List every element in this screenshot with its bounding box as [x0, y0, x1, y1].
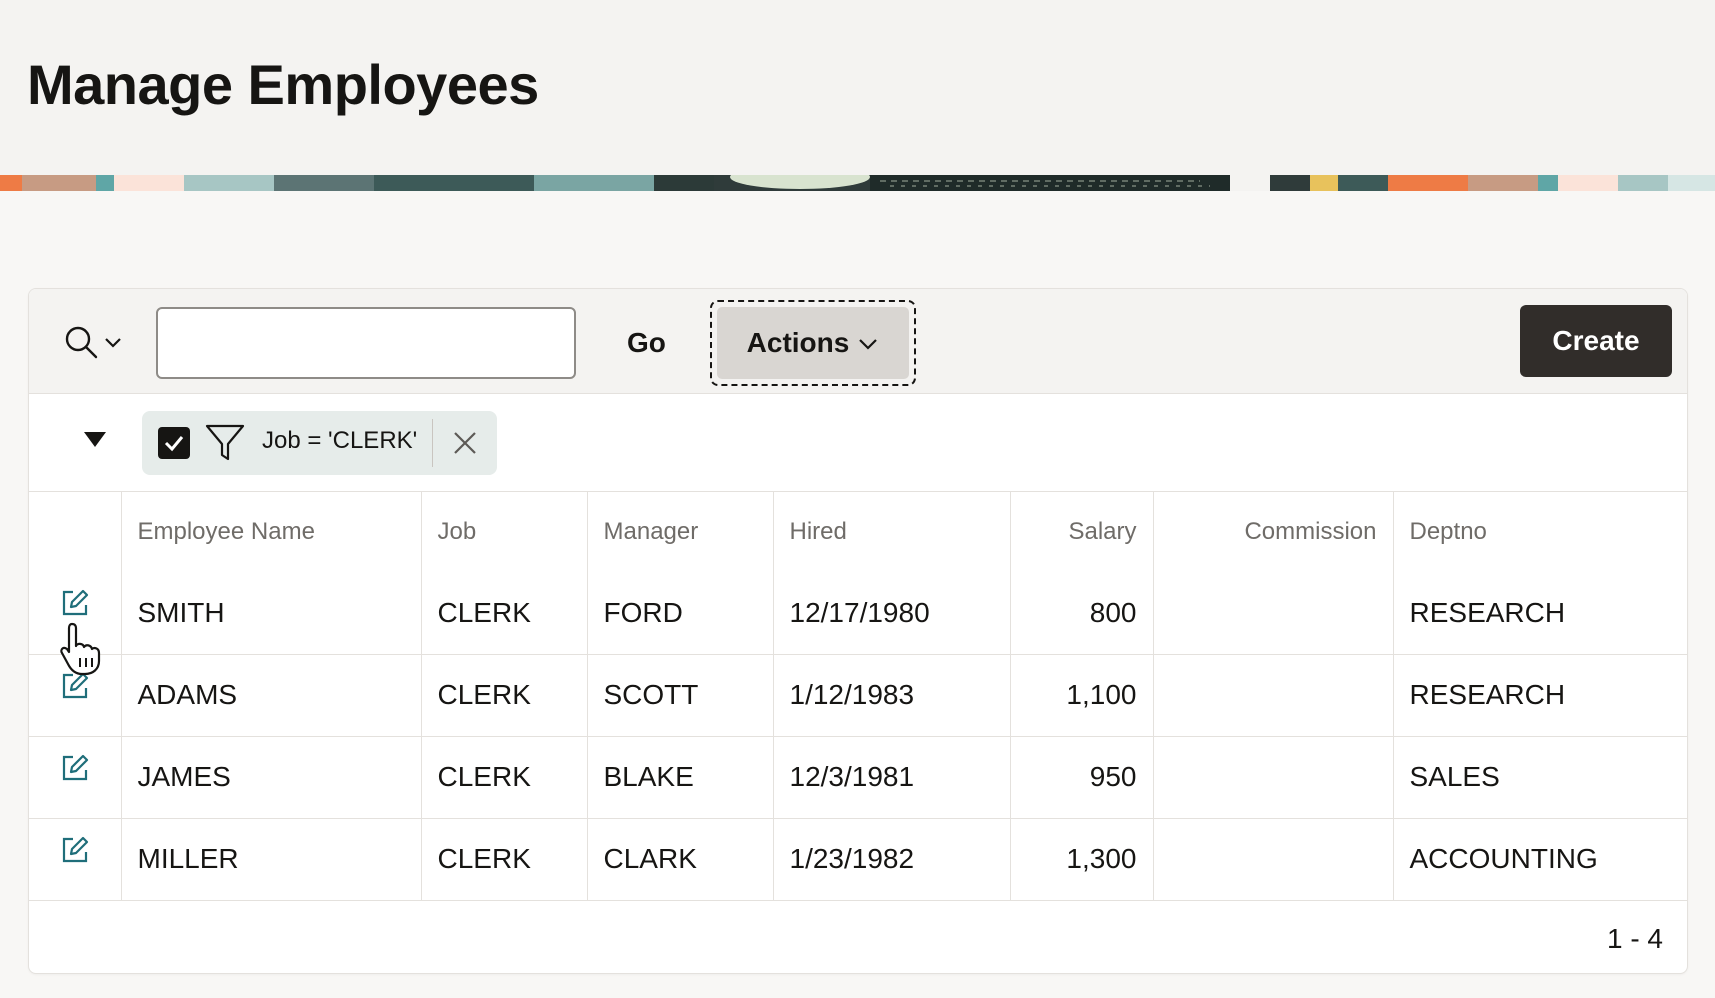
cell-employee-name: MILLER: [120, 818, 421, 901]
create-button[interactable]: Create: [1520, 305, 1672, 377]
triangle-down-icon: [84, 432, 106, 447]
employees-table: Employee Name Job Manager Hired Salary C…: [29, 492, 1687, 901]
cell-salary: 950: [1009, 736, 1153, 819]
cell-manager: BLAKE: [586, 736, 773, 819]
cell-job: CLERK: [420, 654, 587, 737]
edit-cell: [29, 572, 121, 655]
cell-hired: 12/3/1981: [772, 736, 1010, 819]
filter-enabled-checkbox[interactable]: [158, 427, 190, 459]
cell-commission: [1152, 736, 1393, 819]
filter-bar: Job = 'CLERK': [29, 394, 1687, 492]
edit-icon: [62, 672, 88, 698]
remove-filter-button[interactable]: [447, 425, 483, 461]
column-header-salary[interactable]: Salary: [1009, 492, 1153, 572]
chevron-down-icon: [105, 338, 121, 348]
table-row: SMITH CLERK FORD 12/17/1980 800 RESEARCH: [29, 572, 1687, 655]
close-icon: [454, 432, 476, 454]
chevron-down-icon: [859, 339, 878, 350]
cell-salary: 1,300: [1009, 818, 1153, 901]
column-header-commission[interactable]: Commission: [1152, 492, 1393, 572]
decorative-banner: [0, 175, 1715, 191]
cell-manager: SCOTT: [586, 654, 773, 737]
page-title: Manage Employees: [27, 53, 539, 116]
edit-row-link[interactable]: [59, 752, 91, 784]
cell-hired: 1/23/1982: [772, 818, 1010, 901]
edit-cell: [29, 736, 121, 819]
table-row: ADAMS CLERK SCOTT 1/12/1983 1,100 RESEAR…: [29, 654, 1687, 737]
cell-deptno: SALES: [1392, 736, 1687, 819]
cell-commission: [1152, 572, 1393, 655]
column-header-job[interactable]: Job: [420, 492, 587, 572]
column-header-manager[interactable]: Manager: [586, 492, 773, 572]
interactive-report-region: Go Actions Create Job = 'CLERK' Employee…: [28, 288, 1688, 974]
search-input[interactable]: [156, 307, 576, 379]
collapse-filters-toggle[interactable]: [77, 422, 113, 458]
edit-icon: [62, 590, 88, 616]
checkmark-icon: [164, 436, 184, 452]
edit-row-link[interactable]: [59, 587, 91, 619]
filter-funnel-icon: [205, 424, 245, 461]
cell-salary: 800: [1009, 572, 1153, 655]
cell-commission: [1152, 818, 1393, 901]
cell-job: CLERK: [420, 736, 587, 819]
cell-manager: CLARK: [586, 818, 773, 901]
edit-column-header: [29, 492, 121, 572]
cell-deptno: ACCOUNTING: [1392, 818, 1687, 901]
actions-button-body: Actions: [717, 307, 909, 379]
search-column-selector[interactable]: [63, 319, 129, 365]
cell-employee-name: JAMES: [120, 736, 421, 819]
edit-cell: [29, 654, 121, 737]
cell-employee-name: SMITH: [120, 572, 421, 655]
edit-icon: [62, 754, 88, 780]
column-header-hired[interactable]: Hired: [772, 492, 1010, 572]
search-icon: [65, 326, 98, 359]
cell-salary: 1,100: [1009, 654, 1153, 737]
column-header-deptno[interactable]: Deptno: [1392, 492, 1687, 572]
table-row: JAMES CLERK BLAKE 12/3/1981 950 SALES: [29, 736, 1687, 819]
cell-employee-name: ADAMS: [120, 654, 421, 737]
cell-job: CLERK: [420, 818, 587, 901]
table-row: MILLER CLERK CLARK 1/23/1982 1,300 ACCOU…: [29, 818, 1687, 901]
report-toolbar: Go Actions Create: [29, 289, 1687, 394]
cell-deptno: RESEARCH: [1392, 572, 1687, 655]
edit-cell: [29, 818, 121, 901]
edit-icon: [62, 836, 88, 862]
actions-label: Actions: [746, 327, 850, 358]
cell-deptno: RESEARCH: [1392, 654, 1687, 737]
filter-divider: [432, 419, 433, 467]
filter-label[interactable]: Job = 'CLERK': [262, 427, 417, 455]
cell-manager: FORD: [586, 572, 773, 655]
cell-hired: 12/17/1980: [772, 572, 1010, 655]
page-header: Manage Employees: [0, 0, 1715, 175]
go-button[interactable]: Go: [609, 311, 684, 375]
cell-hired: 1/12/1983: [772, 654, 1010, 737]
pagination-range: 1 - 4: [1606, 923, 1663, 954]
cell-commission: [1152, 654, 1393, 737]
edit-row-link[interactable]: [59, 670, 91, 702]
filter-chip: Job = 'CLERK': [142, 411, 497, 475]
table-header-row: Employee Name Job Manager Hired Salary C…: [29, 492, 1687, 572]
actions-menu-button[interactable]: Actions: [710, 300, 916, 386]
banner-pattern-image: [0, 175, 1715, 191]
column-header-employee-name[interactable]: Employee Name: [120, 492, 421, 572]
cell-job: CLERK: [420, 572, 587, 655]
edit-row-link[interactable]: [59, 834, 91, 866]
